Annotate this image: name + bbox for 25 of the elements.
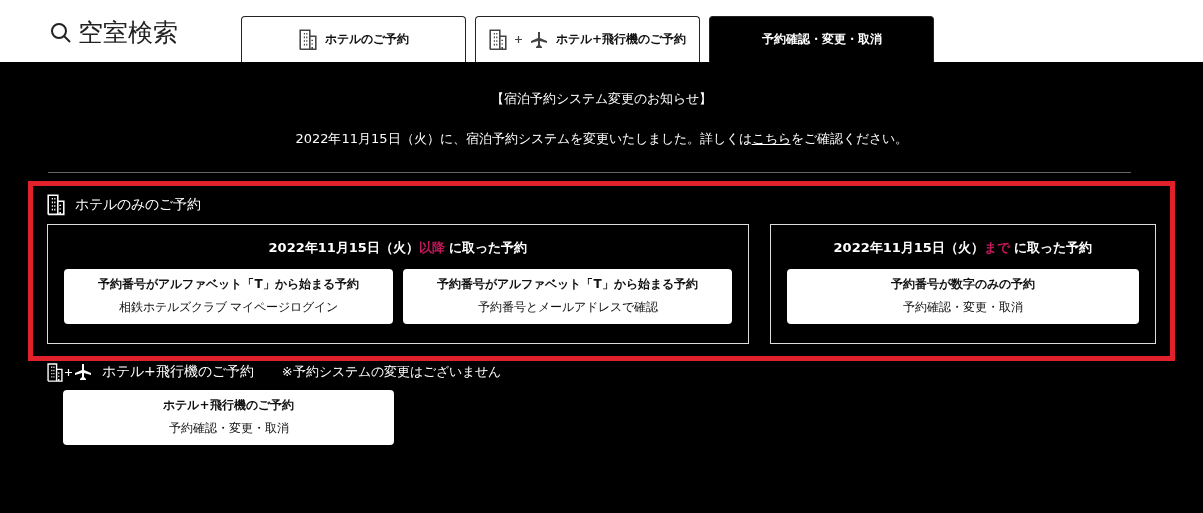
reservation-button[interactable]: 予約番号がアルファベット「T」から始まる予約 予約番号とメールアドレスで確認 bbox=[403, 268, 732, 324]
section-title: ホテルのみのご予約 bbox=[75, 195, 201, 214]
notice-title: 【宿泊予約システム変更のお知らせ】 bbox=[490, 90, 713, 108]
building-icon bbox=[298, 28, 317, 51]
group-heading: 2022年11月15日（火）まで に取った予約 bbox=[833, 238, 1093, 257]
section-title: ホテル+飛行機のご予約 bbox=[102, 363, 254, 382]
section-note: ※予約システムの変更はございません bbox=[281, 363, 501, 382]
tab[interactable]: 予約確認・変更・取消 bbox=[709, 16, 934, 62]
building-icon bbox=[488, 28, 507, 51]
tab[interactable]: ホテル+飛行機のご予約 bbox=[475, 16, 700, 62]
plus-icon bbox=[514, 36, 522, 43]
group-heading: 2022年11月15日（火）以降 に取った予約 bbox=[268, 238, 528, 257]
plus-icon bbox=[65, 368, 72, 376]
search-icon bbox=[50, 21, 72, 44]
building-icon bbox=[47, 194, 65, 216]
page-title: 空室検索 bbox=[78, 17, 178, 49]
notice-link[interactable]: こちら bbox=[751, 131, 791, 146]
notice-text: 2022年11月15日（火）に、宿泊予約システムを変更いたしました。詳しくはこちら をご確認ください。 bbox=[294, 130, 909, 148]
reservation-button[interactable]: 予約番号がアルファベット「T」から始まる予約 相鉄ホテルズクラブ マイページログイン bbox=[64, 268, 393, 324]
airplane-icon bbox=[74, 363, 92, 382]
airplane-icon bbox=[529, 30, 548, 49]
building-icon bbox=[47, 362, 63, 382]
reservation-button[interactable]: 予約番号が数字のみの予約 予約確認・変更・取消 bbox=[787, 268, 1139, 324]
tab[interactable]: ホテルのご予約 bbox=[241, 16, 466, 62]
reservation-button[interactable]: ホテル+飛行機のご予約 予約確認・変更・取消 bbox=[63, 389, 394, 445]
